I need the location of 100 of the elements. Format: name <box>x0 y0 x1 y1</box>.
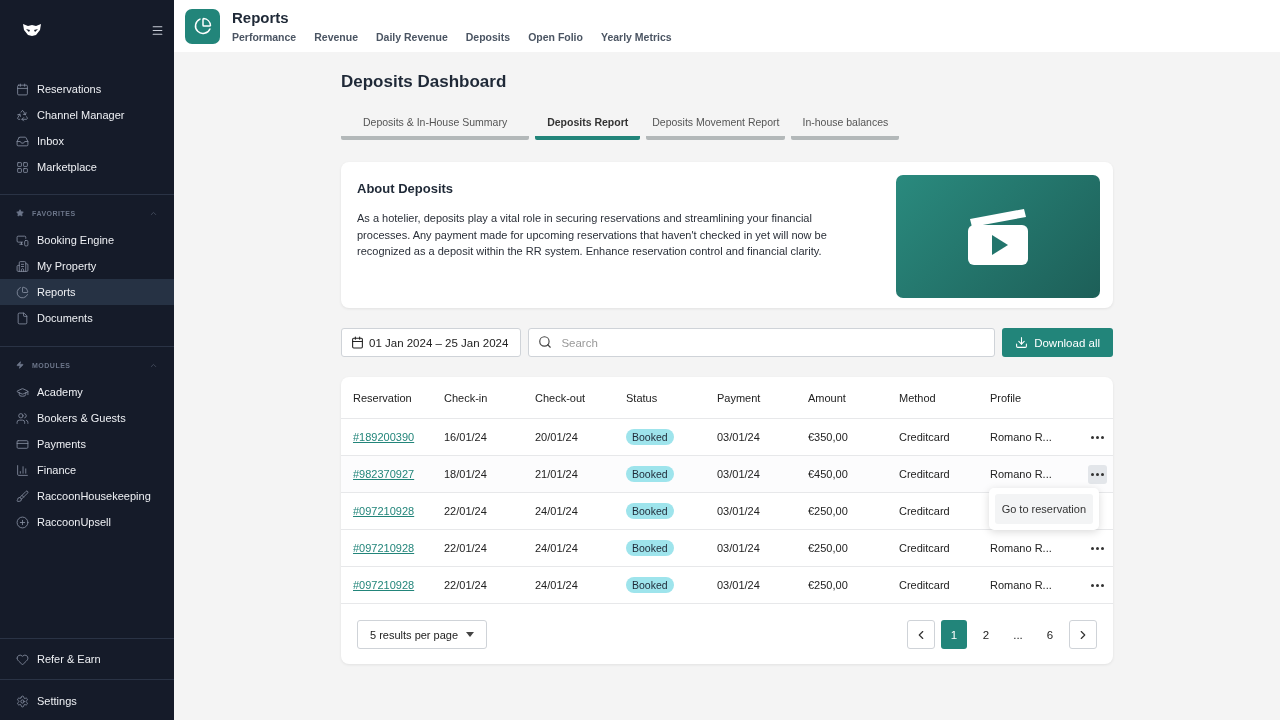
table-cell-text: €350,00 <box>808 431 849 443</box>
plus-circle-icon <box>16 515 29 529</box>
page-button[interactable]: 2 <box>973 620 999 649</box>
credit-card-icon <box>16 437 29 451</box>
grid-icon <box>16 160 29 174</box>
table-cell-text: Romano R... <box>990 579 1053 591</box>
page-button[interactable]: ... <box>1005 620 1031 649</box>
status-badge: Booked <box>626 540 674 556</box>
table-cell-text: €250,00 <box>808 579 849 591</box>
table-cell-text: Romano R... <box>990 468 1053 480</box>
sidebar-item[interactable]: Inbox <box>0 128 174 154</box>
recycle-icon <box>16 108 29 122</box>
raccoon-logo-icon <box>22 23 42 37</box>
sidebar-item[interactable]: Academy <box>0 379 174 405</box>
bar-chart-icon <box>16 463 29 477</box>
per-page-dropdown[interactable]: 5 results per page <box>357 620 488 649</box>
column-header: Check-out <box>535 391 587 404</box>
sidebar-item[interactable]: Marketplace <box>0 154 174 180</box>
table-cell-text: 03/01/24 <box>717 468 761 480</box>
table-cell-text: 24/01/24 <box>535 542 579 554</box>
video-thumbnail[interactable] <box>896 175 1100 298</box>
column-header: Check-in <box>444 391 489 404</box>
table-cell-text: €250,00 <box>808 542 849 554</box>
table-cell-text: 20/01/24 <box>535 431 579 443</box>
reservation-link[interactable]: #097210928 <box>353 579 415 591</box>
nav-link[interactable]: Open Folio <box>528 31 583 43</box>
table-cell-text: Creditcard <box>899 542 951 554</box>
menu-item[interactable]: Go to reservation <box>994 494 1093 524</box>
table-cell-text: €250,00 <box>808 505 849 517</box>
sidebar-item[interactable]: Bookers & Guests <box>0 405 174 431</box>
table-cell-text: €450,00 <box>808 468 849 480</box>
app-icon <box>185 8 220 44</box>
tab[interactable]: Deposits Report <box>535 116 641 140</box>
status-badge: Booked <box>626 466 674 482</box>
document-icon <box>16 311 29 325</box>
star-icon <box>16 209 24 217</box>
sidebar-item[interactable]: Documents <box>0 305 174 331</box>
sidebar-item[interactable]: Payments <box>0 431 174 457</box>
column-header: Status <box>626 391 659 404</box>
column-header: Reservation <box>353 391 413 404</box>
nav-link[interactable]: Yearly Metrics <box>600 31 672 43</box>
download-icon <box>1015 336 1029 349</box>
sidebar-item[interactable]: RaccoonHousekeeping <box>0 483 174 509</box>
reservation-link[interactable]: #097210928 <box>353 505 415 517</box>
graduation-cap-icon <box>16 385 29 399</box>
inbox-icon <box>16 134 29 148</box>
sidebar-item[interactable]: Finance <box>0 457 174 483</box>
page-button[interactable]: 1 <box>941 620 967 649</box>
bolt-icon <box>16 361 24 369</box>
table-cell-text: 16/01/24 <box>444 431 488 443</box>
brush-icon <box>16 489 29 503</box>
page-title: Deposits Dashboard <box>341 72 508 92</box>
sidebar-item[interactable]: Settings <box>0 688 174 714</box>
description: As a hotelier, deposits play a vital role in securing reservations and streamlining your financial processes. Any payment made for upcoming reservations that haven't checked in yet will now be recognized as a deposit within the RR system. Enhance reservation control and financial clarity. <box>357 211 828 259</box>
download-button[interactable]: Download all <box>1002 328 1113 357</box>
video-play-icon <box>966 206 1030 267</box>
search-icon <box>538 335 553 349</box>
tab[interactable]: Deposits & In-House Summary <box>341 116 530 140</box>
sidebar-item[interactable]: RaccoonUpsell <box>0 509 174 535</box>
menu-icon[interactable] <box>151 23 164 37</box>
tab[interactable]: Deposits Movement Report <box>646 116 786 140</box>
calendar-icon <box>351 336 364 349</box>
status-badge: Booked <box>626 429 674 445</box>
date-range-button[interactable]: 01 Jan 2024 – 25 Jan 2024 <box>341 328 522 357</box>
page-button[interactable]: 6 <box>1037 620 1063 649</box>
table-cell-text: 18/01/24 <box>444 468 488 480</box>
column-header: Profile <box>990 391 1023 404</box>
table-cell-text: 22/01/24 <box>444 579 488 591</box>
reservation-link[interactable]: #982370927 <box>353 468 415 480</box>
status-badge: Booked <box>626 503 674 519</box>
nav-link[interactable]: Daily Revenue <box>376 31 448 43</box>
nav-link[interactable]: Revenue <box>314 31 358 43</box>
sidebar-item[interactable]: My Property <box>0 253 174 279</box>
pie-chart-icon <box>16 285 29 299</box>
sidebar-item[interactable]: Reservations <box>0 76 174 102</box>
reservation-link[interactable]: #097210928 <box>353 542 415 554</box>
table-cell-text: 24/01/24 <box>535 505 579 517</box>
table-cell-text: Creditcard <box>899 468 951 480</box>
sidebar-item[interactable]: Reports <box>0 279 174 305</box>
caret-icon <box>466 632 475 637</box>
search-field[interactable]: Search <box>528 328 996 357</box>
calendar-icon <box>16 82 29 96</box>
tab[interactable]: In-house balances <box>791 116 900 140</box>
nav-link[interactable]: Performance <box>232 31 297 43</box>
status-badge: Booked <box>626 577 674 593</box>
table-cell-text: Romano R... <box>990 542 1053 554</box>
more-button[interactable] <box>1088 464 1107 484</box>
reservation-link[interactable]: #189200390 <box>353 431 415 443</box>
sidebar-item[interactable]: Channel Manager <box>0 102 174 128</box>
nav-link[interactable]: Deposits <box>465 31 511 43</box>
more-icon <box>1091 472 1104 476</box>
column-header: Amount <box>808 391 847 404</box>
table-cell-text: 24/01/24 <box>535 579 579 591</box>
table-cell-text: Creditcard <box>899 505 951 517</box>
table-cell-text: 22/01/24 <box>444 505 488 517</box>
column-header: Payment <box>717 391 762 404</box>
more-icon <box>1091 435 1104 439</box>
table-cell-text: 03/01/24 <box>717 505 761 517</box>
sidebar-item[interactable]: Booking Engine <box>0 227 174 253</box>
sidebar-item[interactable]: Refer & Earn <box>0 646 174 672</box>
